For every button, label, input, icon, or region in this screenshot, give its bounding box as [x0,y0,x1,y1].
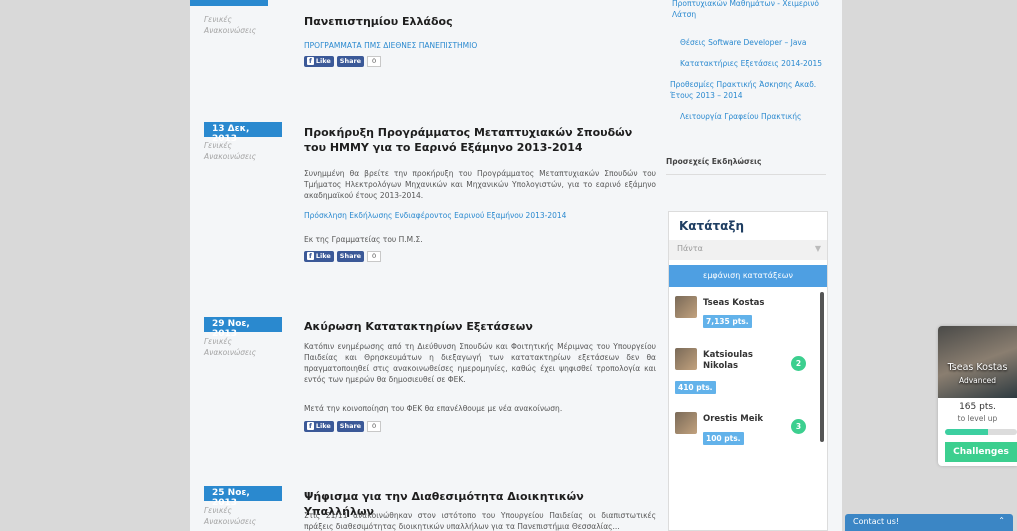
contact-us-bar[interactable]: Contact us! ⌃ [845,514,1013,531]
social-bar: f Like Share 0 [304,251,382,262]
ranking-name: Katsioulas Nikolas [703,350,753,371]
social-bar: f Like Share 0 [304,56,382,67]
post-category: Γενικές Ανακοινώσεις [204,337,257,357]
post-title[interactable]: Ακύρωση Κατατακτηρίων Εξετάσεων [304,319,656,334]
chevron-up-icon: ⌃ [998,516,1005,525]
post-text: Στις 21/11 ανακοινώθηκαν στον ιστότοπο τ… [304,511,656,531]
post-category: Γενικές Ανακοινώσεις [204,506,257,526]
post-text-followup: Μετά την κοινοποίηση του ΦΕΚ θα επανέλθο… [304,404,563,413]
ranking-period-select[interactable]: Πάντα ▼ [669,240,827,260]
post-date [190,0,268,6]
post-category: Γενικές Ανακοινώσεις [204,141,257,161]
sidebar-link[interactable]: Κατατακτήριες Εξετάσεις 2014-2015 [680,58,842,69]
post-date: 29 Νοε, 2013 [204,317,282,339]
ranking-list: Tseas Kostas 7,135 pts. Katsioulas Nikol… [669,292,827,531]
points-to-level: 165 pts. [959,402,996,412]
chevron-down-icon: ▼ [814,244,821,253]
post-signature: Εκ της Γραμματείας του Π.Μ.Σ. [304,235,423,244]
facebook-icon: f [307,422,314,430]
share-count: 0 [367,56,382,67]
ranking-item[interactable]: Katsioulas Nikolas 410 pts. 2 [675,348,815,394]
like-button[interactable]: f Like [304,56,334,67]
scrollbar[interactable] [820,292,824,442]
post-text: Κατόπιν ενημέρωσης από τη Διεύθυνση Σπου… [304,342,656,384]
rank-badge: 3 [791,419,806,434]
ranking-panel: Κατάταξη Πάντα ▼ εμφάνιση κατατάξεων Tse… [668,211,828,531]
post-title[interactable]: Πανεπιστημίου Ελλάδος [304,14,656,29]
ranking-points: 100 pts. [703,432,744,445]
like-button[interactable]: f Like [304,421,334,432]
post-title[interactable]: Προκήρυξη Προγράμματος Μεταπτυχιακών Σπο… [304,125,656,155]
to-level-label: to level up [957,414,998,423]
share-button[interactable]: Share [336,251,365,262]
ranking-name: Tseas Kostas [703,298,765,308]
main-page: Γενικές Ανακοινώσεις Πανεπιστημίου Ελλάδ… [190,0,842,531]
user-level: Advanced [958,376,997,385]
sidebar-link[interactable]: Θέσεις Software Developer – Java [680,37,842,48]
ranking-name: Orestis Meik [703,414,764,424]
sidebar-link[interactable]: Προθεσμίες Πρακτικής Άσκησης Ακαδ. Έτους… [670,79,832,101]
ranking-points: 410 pts. [675,381,716,394]
post-text: Συνημμένη θα βρείτε την προκήρυξη του Πρ… [304,169,656,200]
facebook-icon: f [307,252,314,260]
sidebar-link[interactable]: Λειτουργία Γραφείου Πρακτικής [680,111,842,122]
post-category: Γενικές Ανακοινώσεις [204,15,257,35]
share-count: 0 [367,421,382,432]
social-bar: f Like Share 0 [304,421,382,432]
ranking-title: Κατάταξη [679,219,744,233]
ranking-item[interactable]: Tseas Kostas 7,135 pts. [675,296,815,338]
like-button[interactable]: f Like [304,251,334,262]
challenges-button[interactable]: Challenges [945,442,1017,462]
level-progress-fill [945,429,989,435]
share-button[interactable]: Share [336,421,365,432]
facebook-icon: f [307,57,314,65]
post-link[interactable]: Πρόσκληση Εκδήλωσης Ενδιαφέροντος Εαρινο… [304,210,656,221]
avatar [675,412,697,434]
user-name: Tseas Kostas [947,362,1008,373]
sidebar-link[interactable]: Προπτυχιακών Μαθημάτων - Χειμερινό Λάτση [672,0,834,20]
avatar [675,348,697,370]
share-count: 0 [367,251,382,262]
post-link[interactable]: ΠΡΟΓΡΑΜΜΑΤΑ ΠΜΣ ΔΙΕΘΝΕΣ ΠΑΝΕΠΙΣΤΗΜΙΟ [304,40,656,51]
avatar [675,296,697,318]
post-date: 13 Δεκ, 2013 [204,122,282,144]
post-date: 25 Νοε, 2013 [204,486,282,508]
events-heading: Προσεχείς Εκδηλώσεις [666,157,826,175]
level-progress-bar [945,429,1017,435]
ranking-points: 7,135 pts. [703,315,752,328]
ranking-item[interactable]: Orestis Meik 100 pts. 3 [675,412,815,454]
user-progress-widget[interactable]: Tseas Kostas Advanced 165 pts. to level … [938,326,1017,466]
rank-badge: 2 [791,356,806,371]
show-rankings-button[interactable]: εμφάνιση κατατάξεων [669,265,827,287]
share-button[interactable]: Share [336,56,365,67]
